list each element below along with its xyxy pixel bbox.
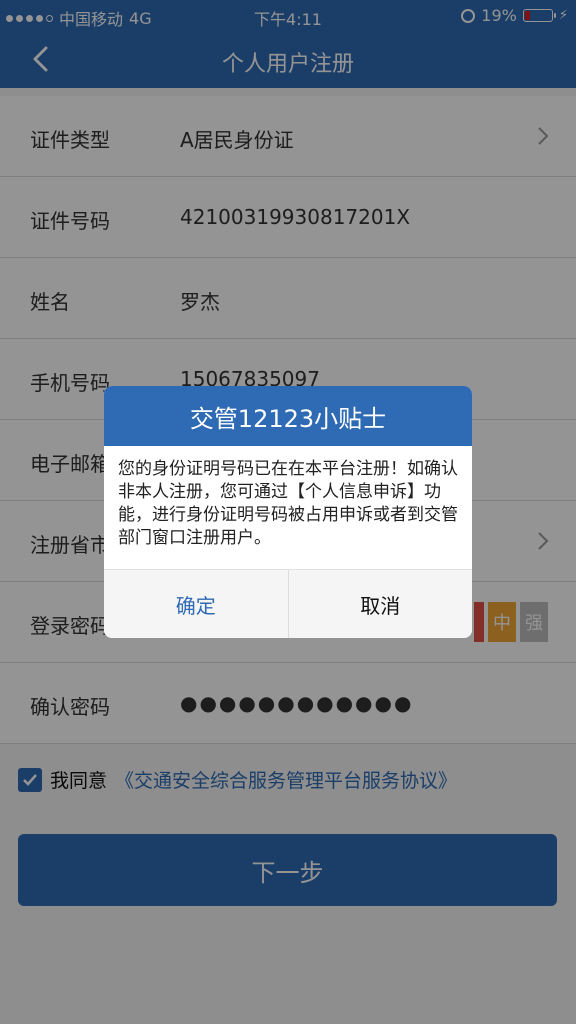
cancel-button[interactable]: 取消 [289,570,473,638]
dialog-title: 交管12123小贴士 [104,386,472,446]
tip-dialog: 交管12123小贴士 您的身份证明号码已在在本平台注册！如确认非本人注册，您可通… [104,386,472,638]
confirm-button[interactable]: 确定 [104,570,289,638]
dialog-buttons: 确定 取消 [104,569,472,638]
dialog-message: 您的身份证明号码已在在本平台注册！如确认非本人注册，您可通过【个人信息申诉】功能… [118,459,458,548]
